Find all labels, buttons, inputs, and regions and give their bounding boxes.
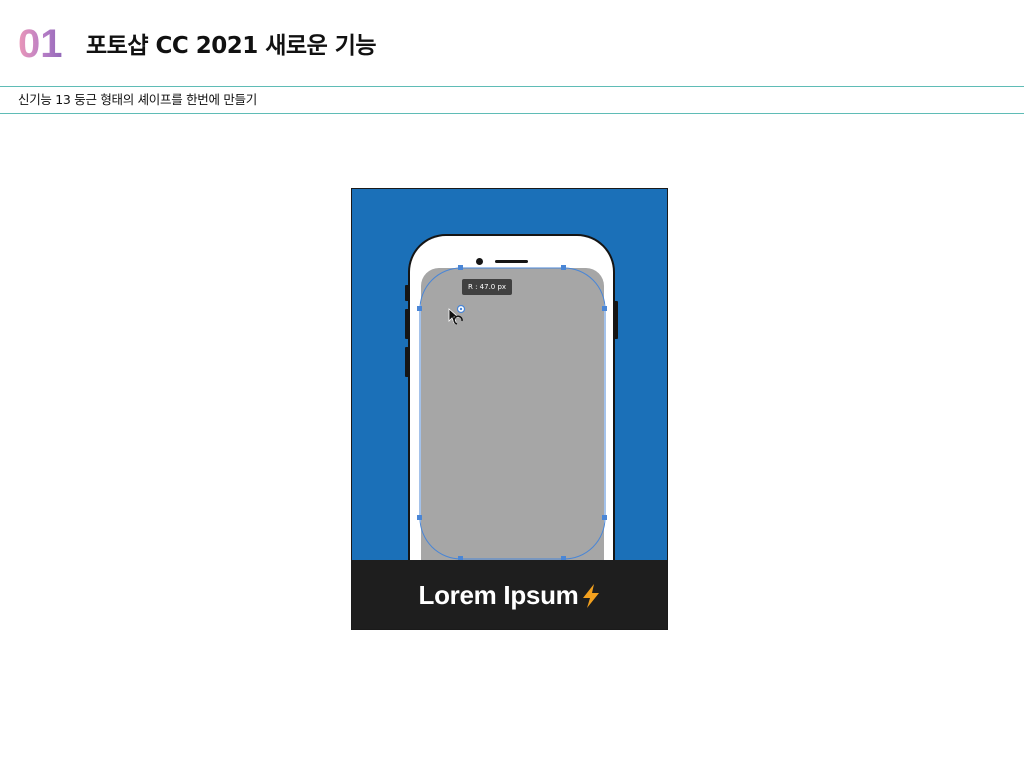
banner-text-row: Lorem Ipsum xyxy=(352,560,667,629)
divider-top xyxy=(0,86,1024,87)
arrow-cursor-icon xyxy=(448,308,463,325)
anchor-point xyxy=(602,306,607,311)
anchor-point xyxy=(602,515,607,520)
banner-text: Lorem Ipsum xyxy=(418,580,579,610)
illustration-figure: R : 47.0 px Lorem Ipsum xyxy=(351,188,668,630)
radius-tooltip: R : 47.0 px xyxy=(462,279,513,295)
anchor-point xyxy=(417,515,422,520)
page-subtitle: 신기능 13 둥근 형태의 셰이프를 한번에 만들기 xyxy=(18,92,257,107)
anchor-point xyxy=(561,265,566,270)
anchor-point xyxy=(417,306,422,311)
page-title: 포토샵 CC 2021 새로운 기능 xyxy=(86,33,377,59)
page-header-number: 01 xyxy=(18,22,63,66)
lightning-bolt-icon xyxy=(583,583,600,608)
anchor-point xyxy=(458,265,463,270)
divider-bottom xyxy=(0,113,1024,114)
bottom-banner: Lorem Ipsum xyxy=(352,560,667,629)
